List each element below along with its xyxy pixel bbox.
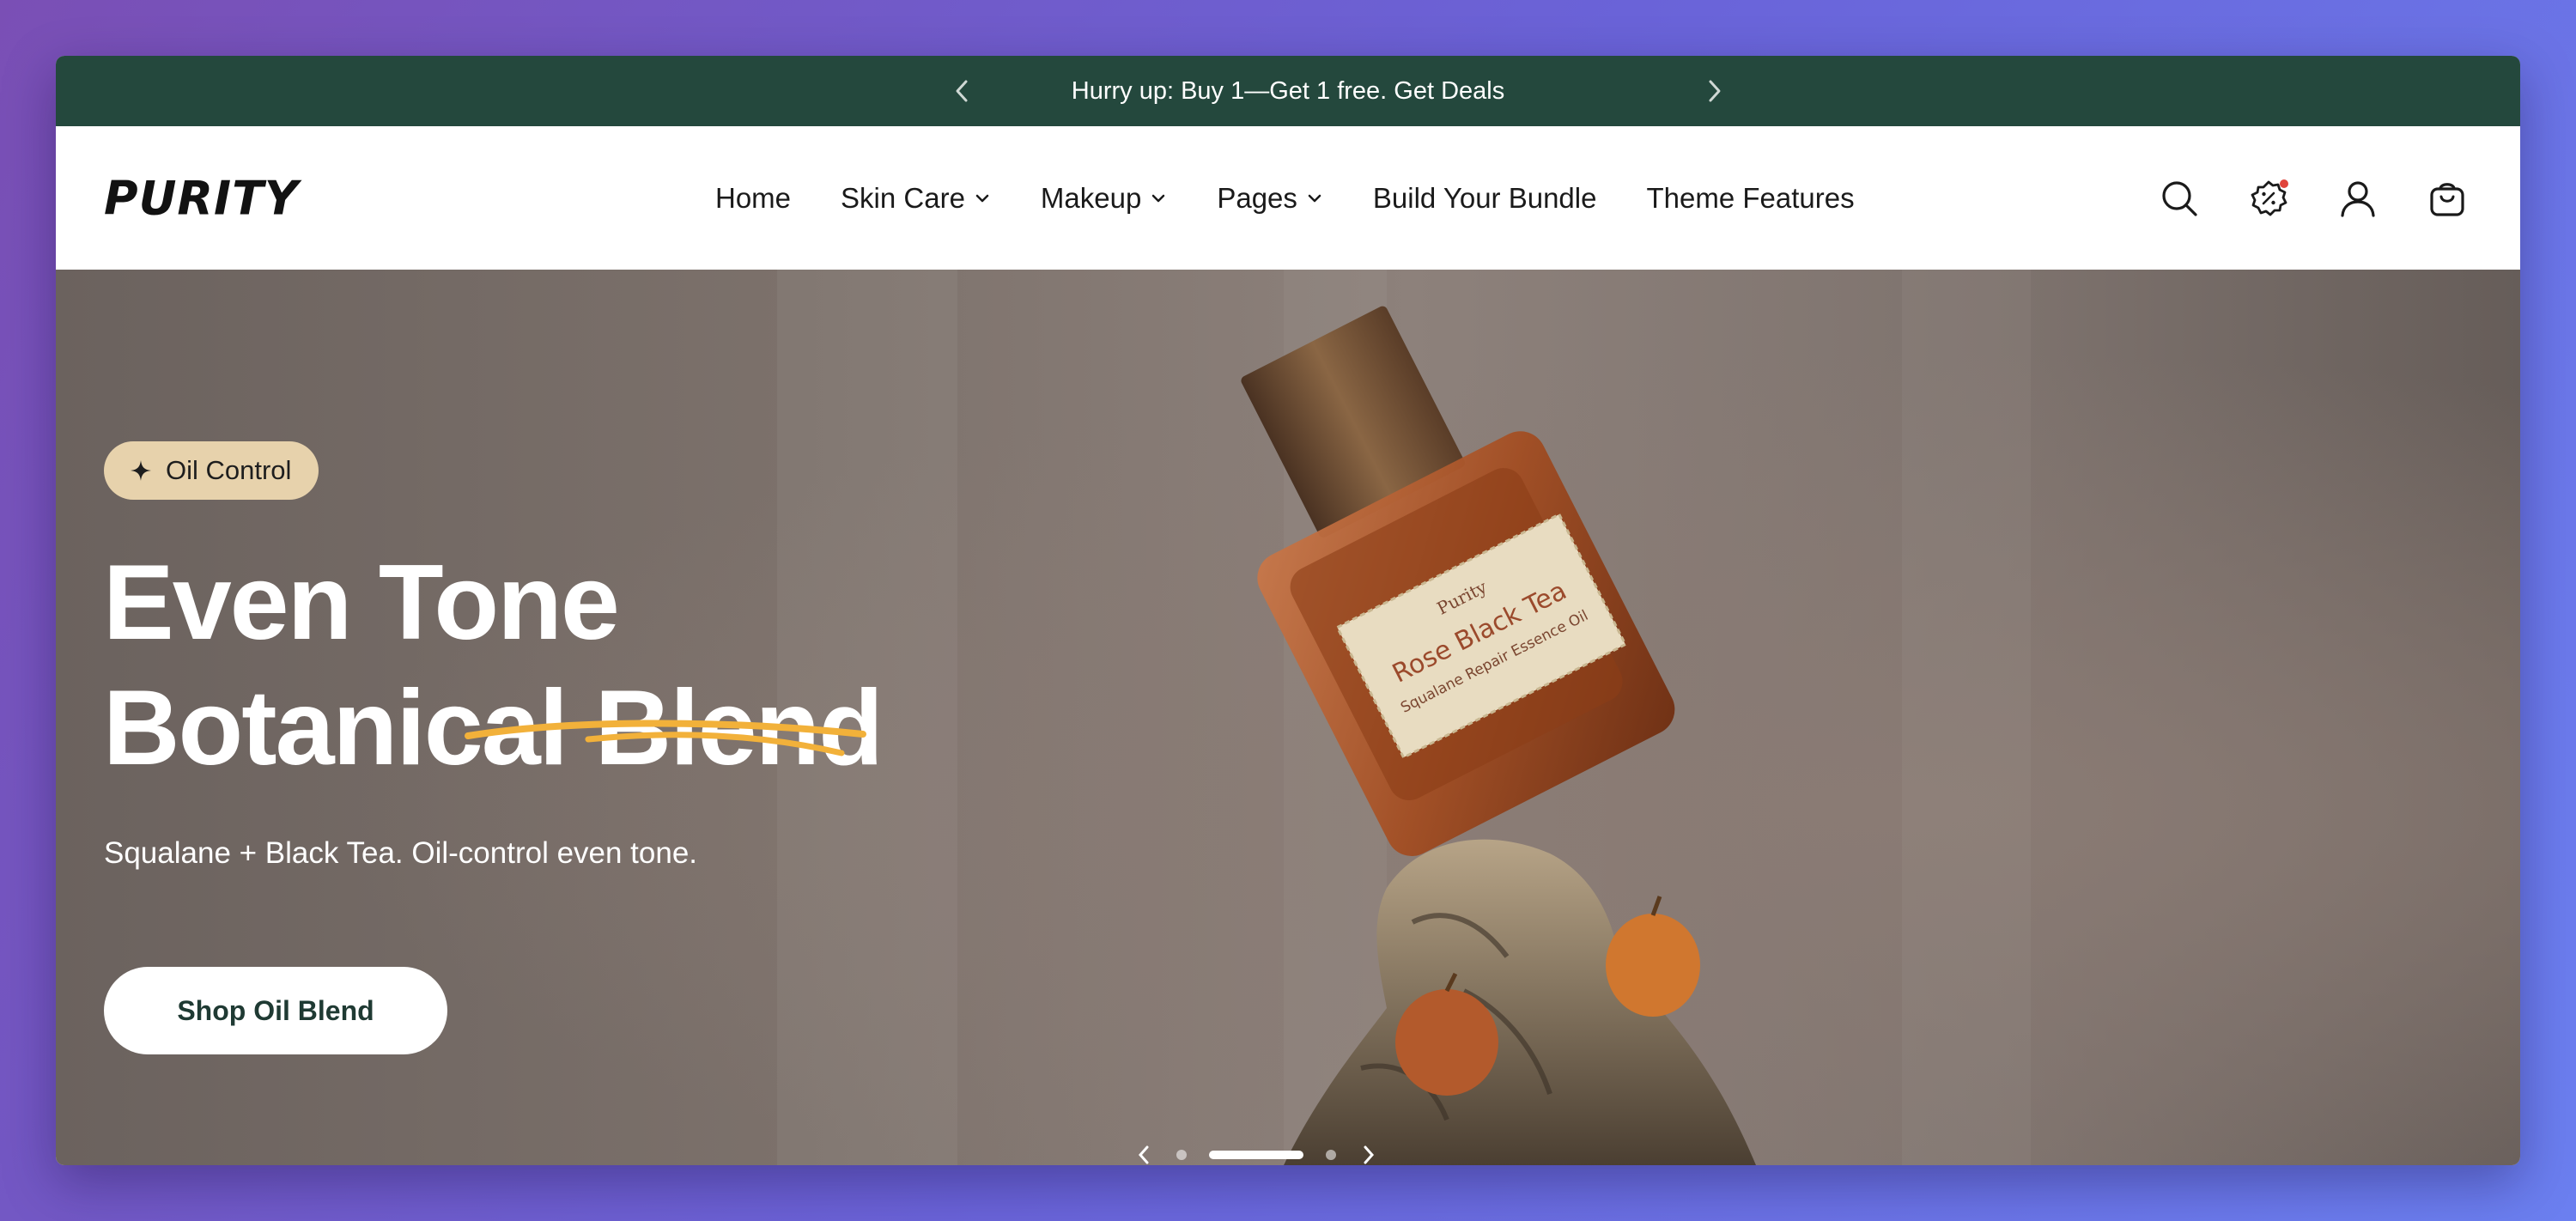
cart-icon[interactable] (2426, 177, 2469, 220)
slide-dot[interactable] (1326, 1150, 1336, 1160)
nav-label: Build Your Bundle (1372, 181, 1597, 214)
hero-subtitle: Squalane + Black Tea. Oil-control even t… (104, 836, 698, 870)
account-icon[interactable] (2336, 177, 2379, 220)
main-nav: Home Skin Care Makeup Pages Build Your B… (715, 182, 1905, 215)
discount-badge-icon[interactable] (2247, 177, 2290, 220)
header-tools (2158, 177, 2469, 220)
nav-label: Skin Care (841, 181, 965, 214)
nav-label: Home (715, 181, 792, 214)
fruit (1606, 914, 1700, 1017)
chevron-left-icon[interactable] (1133, 1145, 1154, 1165)
background-shadow (1902, 270, 2031, 1165)
product-image: Purity Rose Black Tea Squalane Repair Es… (1241, 306, 1756, 1165)
headline-line-1: Even Tone (103, 544, 620, 662)
nav-item-theme-features[interactable]: Theme Features (1646, 182, 1854, 215)
site-header: PURITY Home Skin Care Makeup Pages Build… (56, 126, 2520, 270)
category-tag: Oil Control (104, 441, 319, 500)
underline-accent (465, 720, 866, 756)
nav-item-build-your-bundle[interactable]: Build Your Bundle (1373, 182, 1597, 215)
nav-label: Pages (1217, 181, 1297, 214)
nav-item-home[interactable]: Home (715, 182, 791, 215)
chevron-down-icon (1306, 190, 1323, 207)
slider-controls (1133, 1145, 1379, 1165)
chevron-right-icon[interactable] (1358, 1145, 1379, 1165)
chevron-down-icon (974, 190, 991, 207)
fruit (1395, 989, 1498, 1096)
notification-dot (2280, 179, 2288, 188)
nav-label: Theme Features (1646, 181, 1855, 214)
nav-item-skin-care[interactable]: Skin Care (841, 182, 991, 215)
sparkle-icon (131, 460, 151, 481)
announcement-text[interactable]: Hurry up: Buy 1—Get 1 free. Get Deals (1072, 77, 1504, 106)
chevron-left-icon[interactable] (945, 74, 979, 108)
site-logo[interactable]: PURITY (104, 171, 299, 225)
chevron-right-icon[interactable] (1698, 74, 1732, 108)
slide-dot[interactable] (1176, 1150, 1187, 1160)
slide-dot-active[interactable] (1209, 1151, 1303, 1159)
nav-item-makeup[interactable]: Makeup (1041, 182, 1167, 215)
nav-label: Makeup (1040, 181, 1142, 214)
announcement-bar: Hurry up: Buy 1—Get 1 free. Get Deals (56, 56, 2520, 126)
tag-label: Oil Control (166, 455, 292, 485)
shop-oil-blend-button[interactable]: Shop Oil Blend (104, 967, 447, 1054)
chevron-down-icon (1150, 190, 1167, 207)
search-icon[interactable] (2158, 177, 2201, 220)
nav-item-pages[interactable]: Pages (1217, 182, 1323, 215)
browser-frame: Hurry up: Buy 1—Get 1 free. Get Deals PU… (56, 56, 2520, 1165)
hero-banner: Purity Rose Black Tea Squalane Repair Es… (56, 270, 2520, 1165)
